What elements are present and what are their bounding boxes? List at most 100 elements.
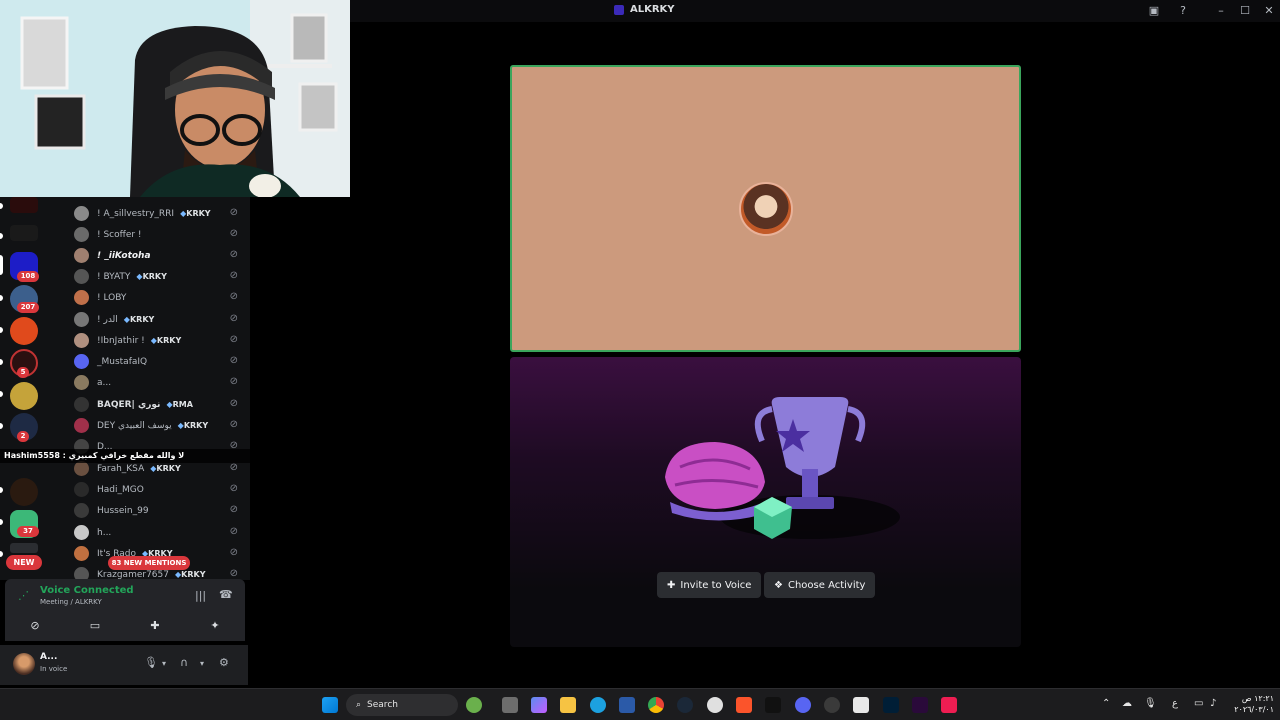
- file-explorer-icon[interactable]: [560, 697, 576, 713]
- member-row[interactable]: ! A_sillvestry_RRI KRKY ⊘: [74, 203, 250, 224]
- microphone-icon[interactable]: 🎙: [1144, 698, 1157, 709]
- avatar[interactable]: [13, 653, 35, 675]
- user-status: In voice: [40, 665, 68, 673]
- server-badge: 5: [17, 367, 29, 378]
- member-row[interactable]: h... ⊘: [74, 522, 250, 543]
- unread-indicator: [0, 327, 3, 333]
- gear-icon[interactable]: ⚙: [219, 656, 229, 669]
- window-title-group: ALKRKY: [614, 4, 675, 15]
- screen-share-icon[interactable]: ▭: [71, 616, 119, 636]
- search-icon: ⌕: [356, 700, 362, 710]
- headphones-icon[interactable]: ∩: [180, 656, 188, 669]
- member-row[interactable]: ! Scoffer ! ⊘: [74, 224, 250, 245]
- member-row[interactable]: ! _iiKotoha ⊘: [74, 245, 250, 266]
- member-row[interactable]: Hussein_99 ⊘: [74, 500, 250, 521]
- premiere-icon[interactable]: [912, 697, 928, 713]
- volume-icon[interactable]: ♪: [1210, 698, 1216, 709]
- member-row[interactable]: ! BYATY KRKY ⊘: [74, 266, 250, 287]
- screen-share-icon[interactable]: ▣: [1146, 3, 1162, 19]
- app-icon[interactable]: [824, 697, 840, 713]
- signal-icon[interactable]: ⋰: [18, 589, 29, 602]
- deafened-icon: ⊘: [229, 228, 238, 239]
- member-row[interactable]: ! LOBY ⊘: [74, 287, 250, 308]
- server-dark[interactable]: [10, 478, 38, 506]
- noise-suppression-icon[interactable]: |||: [195, 589, 206, 602]
- member-avatar: [74, 312, 89, 327]
- obs-icon[interactable]: [707, 697, 723, 713]
- help-icon[interactable]: ?: [1175, 3, 1191, 19]
- choose-activity-button[interactable]: ❖ Choose Activity: [764, 572, 876, 598]
- server-cloud[interactable]: [10, 225, 38, 241]
- disconnect-icon[interactable]: ☎: [219, 588, 233, 601]
- date: ٢٠٢٦/٠٣/٠١: [1234, 705, 1274, 714]
- member-row[interactable]: DEY يوسف العبيدي KRKY ⊘: [74, 415, 250, 436]
- search-box[interactable]: ⌕ Search: [346, 694, 458, 716]
- server-orange[interactable]: [10, 317, 38, 345]
- photoshop-icon[interactable]: [883, 697, 899, 713]
- cloud-icon[interactable]: ☁: [1122, 698, 1132, 709]
- widget-icon[interactable]: [466, 697, 482, 713]
- unread-indicator: [0, 519, 3, 525]
- brave-icon[interactable]: [736, 697, 752, 713]
- member-row[interactable]: _MustafaIQ ⊘: [74, 351, 250, 372]
- webcam-overlay: [0, 0, 350, 197]
- member-row[interactable]: !IbnJathir ! KRKY ⊘: [74, 330, 250, 351]
- unread-indicator: [0, 233, 3, 239]
- edge-icon[interactable]: [590, 697, 606, 713]
- chevron-down-icon[interactable]: ▾: [162, 659, 166, 668]
- camera-off-icon[interactable]: ⊘: [11, 616, 59, 636]
- close-button[interactable]: ✕: [1261, 3, 1277, 19]
- new-badge[interactable]: NEW: [6, 555, 42, 570]
- app-icon[interactable]: [853, 697, 869, 713]
- chrome-icon[interactable]: [648, 697, 664, 713]
- steam-icon[interactable]: [677, 697, 693, 713]
- member-row[interactable]: BAQER| نوري RMA ⊘: [74, 394, 250, 415]
- capcut-icon[interactable]: [765, 697, 781, 713]
- member-name: ! LOBY: [97, 292, 127, 303]
- unread-indicator: [0, 391, 3, 397]
- participant-tile[interactable]: [510, 65, 1021, 352]
- member-avatar: [74, 525, 89, 540]
- member-name: ! Scoffer !: [97, 229, 142, 240]
- member-avatar: [74, 354, 89, 369]
- new-mentions-badge[interactable]: 83 NEW MENTIONS: [108, 556, 190, 570]
- server-heart[interactable]: [10, 197, 38, 213]
- clock[interactable]: ١٢:٢١ ص ٢٠٢٦/٠٣/٠١: [1230, 693, 1274, 715]
- member-avatar: [74, 333, 89, 348]
- deafened-icon: ⊘: [229, 483, 238, 494]
- user-panel: A... In voice 🎙 ▾ ∩ ▾ ⚙: [0, 645, 248, 685]
- deafened-icon: ⊘: [229, 355, 238, 366]
- member-row[interactable]: Hadi_MGO ⊘: [74, 479, 250, 500]
- task-view-icon[interactable]: [502, 697, 518, 713]
- discord-icon[interactable]: [795, 697, 811, 713]
- store-icon[interactable]: [619, 697, 635, 713]
- microphone-icon[interactable]: 🎙: [144, 656, 158, 669]
- copilot-icon[interactable]: [531, 697, 547, 713]
- server-badge: 108: [17, 271, 39, 282]
- member-row[interactable]: ! الدر KRKY ⊘: [74, 309, 250, 330]
- chevron-up-icon[interactable]: ⌃: [1102, 698, 1110, 709]
- member-tag: KRKY: [175, 570, 205, 579]
- soundboard-icon[interactable]: ✦: [191, 616, 239, 636]
- time: ١٢:٢١ ص: [1241, 694, 1274, 703]
- member-row[interactable]: a... ⊘: [74, 372, 250, 393]
- keyboard-language[interactable]: ع: [1172, 698, 1178, 709]
- voice-channel[interactable]: Meeting / ALKRKY: [40, 598, 102, 606]
- deafened-icon: ⊘: [229, 249, 238, 260]
- minimize-button[interactable]: –: [1213, 3, 1229, 19]
- tiktok-icon[interactable]: [941, 697, 957, 713]
- invite-to-voice-button[interactable]: ✚ Invite to Voice: [657, 572, 762, 598]
- server-badge: 207: [17, 302, 39, 313]
- member-tag: KRKY: [150, 464, 180, 473]
- server-gold[interactable]: [10, 382, 38, 410]
- monitor-icon[interactable]: ▭: [1194, 698, 1203, 709]
- unread-indicator: [0, 423, 3, 429]
- maximize-button[interactable]: ☐: [1237, 3, 1253, 19]
- user-name[interactable]: A...: [40, 652, 57, 662]
- activities-icon[interactable]: ✚: [131, 616, 179, 636]
- member-tag: KRKY: [180, 209, 210, 218]
- deafened-icon: ⊘: [229, 419, 238, 430]
- chevron-down-icon[interactable]: ▾: [200, 659, 204, 668]
- server-partial[interactable]: [10, 543, 38, 553]
- start-icon[interactable]: [322, 697, 338, 713]
